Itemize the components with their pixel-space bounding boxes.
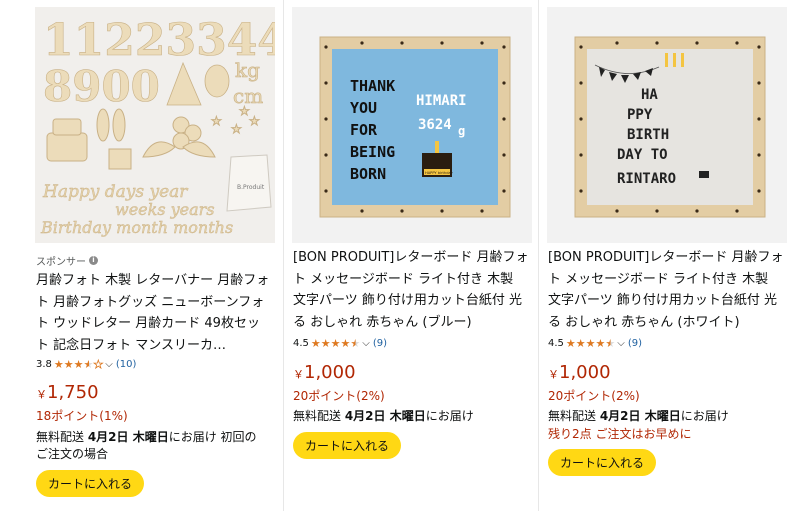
- sponsored-text: スポンサー: [36, 257, 86, 268]
- delivery-info: 無料配送 4月2日 木曜日にお届け: [548, 408, 780, 425]
- star-half-icon: ★: [83, 358, 94, 371]
- rating-row: 4.5 ★ ★ ★ ★ ★ ⌵ (9): [548, 338, 642, 349]
- delivery-suffix: にお届け: [680, 409, 729, 423]
- points-text: 20ポイント(2%): [548, 389, 640, 403]
- svg-text:★: ★: [211, 114, 222, 128]
- svg-text:BEING: BEING: [350, 143, 395, 161]
- svg-text:FOR: FOR: [350, 121, 378, 139]
- review-count-link[interactable]: (10): [116, 359, 137, 370]
- rating-row: 3.8 ★ ★ ★ ★ ★ ⌵ (10): [36, 358, 137, 371]
- price-value: 1,000: [304, 362, 356, 383]
- star-icon: ★: [310, 337, 321, 350]
- price: ￥1,750: [36, 382, 99, 403]
- white-letter-board-image: HA PPY BIRTH DAY TO RINTARO: [547, 7, 787, 243]
- svg-text:BIRTH: BIRTH: [627, 127, 669, 143]
- rating-value: 4.5: [548, 338, 564, 349]
- svg-text:8900: 8900: [43, 62, 160, 111]
- delivery-prefix: 無料配送: [548, 409, 600, 423]
- svg-text:HAPPY birthday: HAPPY birthday: [425, 171, 454, 175]
- svg-text:B.Produit: B.Produit: [237, 184, 265, 191]
- delivery-info: 無料配送 4月2日 木曜日にお届け: [293, 408, 525, 425]
- svg-text:HA: HA: [641, 87, 658, 103]
- currency-symbol: ￥: [548, 368, 559, 381]
- product-title[interactable]: [BON PRODUIT]レターボード 月齢フォト メッセージボード ライト付き…: [548, 247, 784, 333]
- star-rating[interactable]: ★ ★ ★ ★ ★: [311, 338, 360, 349]
- price-value: 1,000: [559, 362, 611, 383]
- rating-row: 4.5 ★ ★ ★ ★ ★ ⌵ (9): [293, 338, 387, 349]
- star-empty-icon: ★: [93, 358, 104, 371]
- card-divider: [538, 0, 539, 511]
- svg-text:★: ★: [239, 104, 250, 118]
- add-to-cart-button[interactable]: カートに入れる: [36, 470, 145, 497]
- svg-text:★: ★: [231, 122, 242, 136]
- price: ￥1,000: [293, 362, 356, 383]
- star-icon: ★: [565, 337, 576, 350]
- points-text: 18ポイント(1%): [36, 409, 128, 423]
- star-half-icon: ★: [350, 337, 361, 350]
- currency-symbol: ￥: [293, 368, 304, 381]
- product-card[interactable]: 11223344567 8900 kg cm: [30, 0, 280, 511]
- star-rating[interactable]: ★ ★ ★ ★ ★: [566, 338, 615, 349]
- svg-text:weeks years: weeks years: [115, 200, 215, 219]
- delivery-date: 4月2日 木曜日: [87, 430, 169, 444]
- review-count-link[interactable]: (9): [628, 338, 642, 349]
- star-icon: ★: [330, 337, 341, 350]
- star-icon: ★: [340, 337, 351, 350]
- svg-text:Happy days year: Happy days year: [42, 182, 188, 202]
- star-icon: ★: [63, 358, 74, 371]
- svg-text:THANK: THANK: [350, 77, 395, 95]
- wooden-letters-image: 11223344567 8900 kg cm: [35, 7, 275, 243]
- delivery-date: 4月2日 木曜日: [344, 409, 426, 423]
- star-rating[interactable]: ★ ★ ★ ★ ★: [53, 358, 104, 371]
- svg-text:Birthday month months: Birthday month months: [40, 218, 233, 237]
- svg-text:g: g: [458, 124, 465, 138]
- product-image[interactable]: 11223344567 8900 kg cm: [35, 7, 275, 243]
- delivery-suffix: にお届け: [425, 409, 474, 423]
- svg-text:PPY: PPY: [627, 107, 653, 123]
- delivery-info: 無料配送 4月2日 木曜日にお届け 初回のご注文の場合: [36, 429, 268, 463]
- svg-text:★: ★: [249, 114, 260, 128]
- points-text: 20ポイント(2%): [293, 389, 385, 403]
- svg-text:kg: kg: [235, 58, 260, 82]
- price-value: 1,750: [47, 382, 99, 403]
- svg-text:BORN: BORN: [350, 165, 386, 183]
- star-icon: ★: [585, 337, 596, 350]
- chevron-down-icon[interactable]: ⌵: [105, 359, 113, 370]
- svg-text:3624: 3624: [418, 117, 452, 133]
- add-to-cart-button[interactable]: カートに入れる: [293, 432, 402, 459]
- svg-text:RINTARO: RINTARO: [617, 171, 676, 187]
- info-icon[interactable]: i: [89, 256, 98, 265]
- star-icon: ★: [595, 337, 606, 350]
- low-stock-notice: 残り2点 ご注文はお早めに: [548, 427, 692, 441]
- product-card[interactable]: HA PPY BIRTH DAY TO RINTARO [BON PRODUIT…: [542, 0, 790, 511]
- star-half-icon: ★: [605, 337, 616, 350]
- currency-symbol: ￥: [36, 388, 47, 401]
- delivery-prefix: 無料配送: [36, 430, 88, 444]
- blue-letter-board-image: THANK YOU FOR BEING BORN HIMARI 3624 g H…: [292, 7, 532, 243]
- delivery-prefix: 無料配送: [293, 409, 345, 423]
- svg-text:DAY TO: DAY TO: [617, 147, 668, 163]
- svg-text:YOU: YOU: [350, 99, 377, 117]
- add-to-cart-button[interactable]: カートに入れる: [548, 449, 657, 476]
- review-count-link[interactable]: (9): [373, 338, 387, 349]
- rating-value: 4.5: [293, 338, 309, 349]
- product-image[interactable]: THANK YOU FOR BEING BORN HIMARI 3624 g H…: [292, 7, 532, 243]
- star-icon: ★: [53, 358, 64, 371]
- star-icon: ★: [575, 337, 586, 350]
- chevron-down-icon[interactable]: ⌵: [617, 338, 625, 349]
- star-icon: ★: [320, 337, 331, 350]
- chevron-down-icon[interactable]: ⌵: [362, 338, 370, 349]
- star-icon: ★: [73, 358, 84, 371]
- card-divider: [283, 0, 284, 511]
- sponsored-label[interactable]: スポンサー i: [36, 253, 98, 268]
- product-image[interactable]: HA PPY BIRTH DAY TO RINTARO: [547, 7, 787, 243]
- delivery-date: 4月2日 木曜日: [599, 409, 681, 423]
- product-title[interactable]: 月齢フォト 木製 レターバナー 月齢フォト 月齢フォトグッズ ニューボーンフォト…: [36, 270, 272, 356]
- rating-value: 3.8: [36, 359, 52, 370]
- svg-text:HIMARI: HIMARI: [416, 93, 467, 109]
- price: ￥1,000: [548, 362, 611, 383]
- product-card[interactable]: THANK YOU FOR BEING BORN HIMARI 3624 g H…: [287, 0, 535, 511]
- product-title[interactable]: [BON PRODUIT]レターボード 月齢フォト メッセージボード ライト付き…: [293, 247, 529, 333]
